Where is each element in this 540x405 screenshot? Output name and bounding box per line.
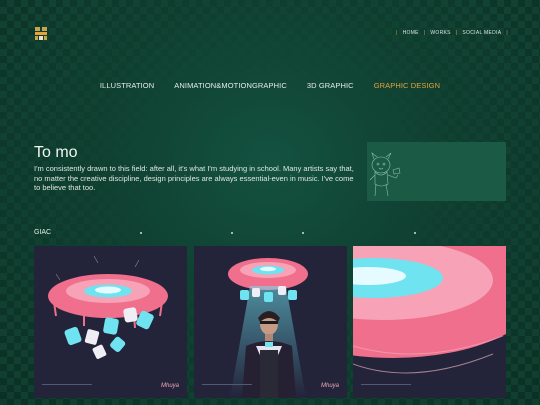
category-graphic-design[interactable]: GRAPHIC DESIGN bbox=[374, 81, 440, 90]
decorative-line bbox=[42, 384, 92, 385]
brand-logo[interactable] bbox=[34, 26, 48, 41]
gallery-item[interactable]: Mhuya bbox=[34, 246, 187, 398]
divider-dot bbox=[140, 232, 142, 234]
nav-home-link[interactable]: HOME bbox=[403, 30, 419, 36]
gallery-item[interactable] bbox=[353, 246, 506, 398]
nav-separator: | bbox=[455, 30, 458, 36]
decorative-line bbox=[202, 384, 252, 385]
section-description: I'm consistently drawn to this field: af… bbox=[34, 164, 354, 192]
ufo-closeup-artwork-image bbox=[353, 246, 506, 398]
gallery-item[interactable]: Mhuya bbox=[194, 246, 347, 398]
nav-separator: | bbox=[506, 30, 508, 36]
divider-dot bbox=[231, 232, 233, 234]
category-3d-graphic[interactable]: 3D GRAPHIC bbox=[307, 81, 354, 90]
ufo-portrait-artwork-image bbox=[228, 258, 308, 398]
character-sketch-icon bbox=[369, 152, 401, 197]
nav-separator: | bbox=[423, 30, 426, 36]
nav-works-link[interactable]: WORKS bbox=[430, 30, 450, 36]
section-title: To mo bbox=[34, 144, 78, 161]
gallery-label: GIAC bbox=[34, 229, 52, 236]
category-illustration[interactable]: ILLUSTRATION bbox=[100, 81, 154, 90]
decorative-line bbox=[361, 384, 411, 385]
ufo-artwork-image bbox=[48, 255, 168, 359]
artist-signature: Mhuya bbox=[160, 383, 179, 389]
nav-social-media-link[interactable]: SOCIAL MEDIA bbox=[462, 30, 501, 36]
divider-dot bbox=[302, 232, 304, 234]
nav-separator: | bbox=[395, 30, 398, 36]
character-sketch-panel bbox=[367, 142, 506, 201]
gallery-header: GIAC bbox=[34, 229, 506, 239]
divider-dot bbox=[414, 232, 416, 234]
top-navigation: | HOME | WORKS | SOCIAL MEDIA | bbox=[396, 30, 508, 36]
category-navigation: ILLUSTRATION ANIMATION&MOTIONGRAPHIC 3D … bbox=[0, 81, 540, 90]
artist-signature: Mhuya bbox=[320, 383, 339, 389]
category-animation-motiongraphic[interactable]: ANIMATION&MOTIONGRAPHIC bbox=[174, 81, 287, 90]
